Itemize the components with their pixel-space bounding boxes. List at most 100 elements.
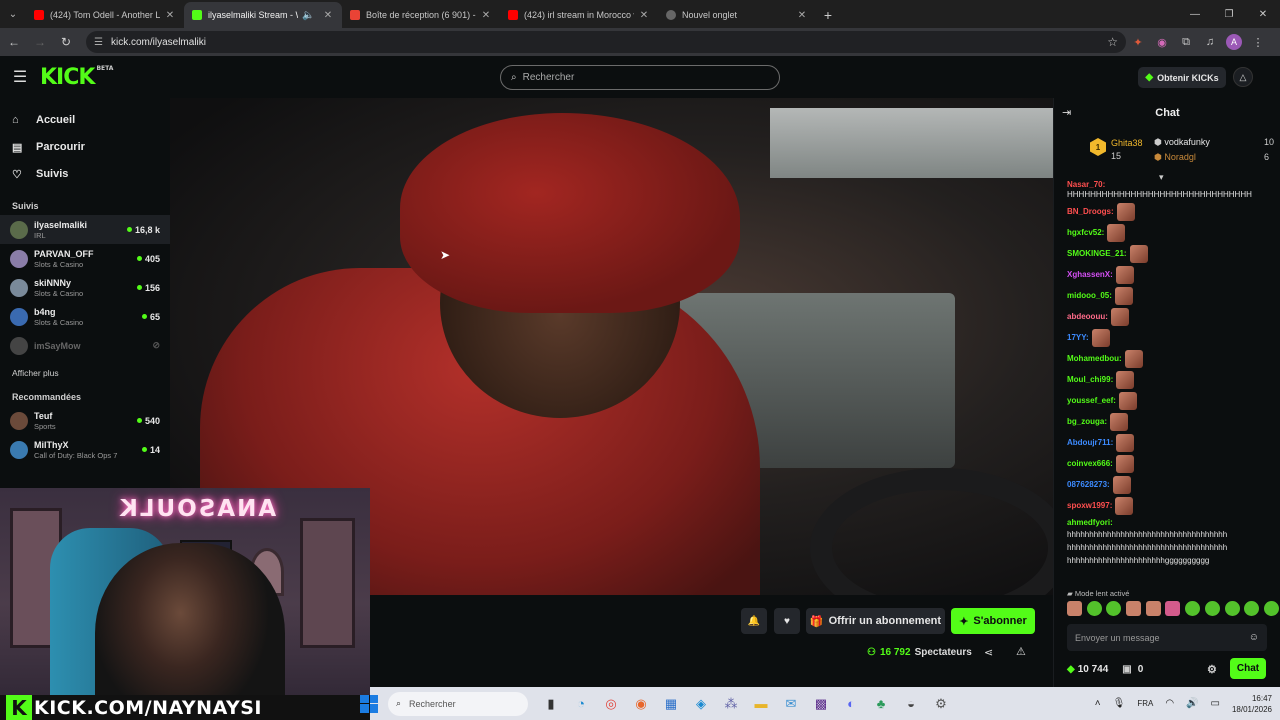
share-icon[interactable]: ⋖ <box>984 646 993 659</box>
report-icon[interactable]: ⚠ <box>1016 645 1026 658</box>
emote-icon[interactable] <box>1145 601 1161 616</box>
emote-icon[interactable] <box>1204 601 1220 616</box>
chat-username[interactable]: Mohamedbou: <box>1067 354 1122 364</box>
task-view-icon[interactable]: ▮ <box>536 689 566 719</box>
url-field[interactable]: ☰ kick.com/ilyaselmaliki ☆ <box>86 31 1126 53</box>
notification-bell-button[interactable]: 🔔 <box>741 608 767 634</box>
gift-sub-button[interactable]: 🎁 Offrir un abonnement <box>806 608 945 634</box>
kicks-points[interactable]: ◆ 10 744 <box>1067 664 1108 675</box>
taskbar-search[interactable]: ⌕ Rechercher <box>388 691 528 716</box>
browser-tab-1[interactable]: ilyaselmaliki Stream - Watch 🔈 ✕ <box>184 2 342 28</box>
settings-icon[interactable]: ⚙ <box>926 689 956 719</box>
back-button[interactable]: ← <box>2 30 26 54</box>
gifts-counter[interactable]: ▣ 0 <box>1122 664 1143 675</box>
menu-icon[interactable]: ⋮ <box>1246 30 1270 54</box>
chat-username[interactable]: hgxfcv52: <box>1067 228 1104 238</box>
emote-icon[interactable] <box>1244 601 1260 616</box>
kick-logo[interactable]: KICK BETA <box>40 65 113 90</box>
extension-icon[interactable]: ◉ <box>1150 30 1174 54</box>
chat-message-input[interactable]: Envoyer un message ☺ <box>1067 624 1267 651</box>
browser-tab-2[interactable]: Boîte de réception (6 901) - ao ✕ <box>342 2 500 28</box>
chat-username[interactable]: 087628273: <box>1067 480 1110 490</box>
chat-username[interactable]: SMOKINGE_21: <box>1067 249 1127 259</box>
browser-tab-4[interactable]: Nouvel onglet ✕ <box>658 2 816 28</box>
chat-username[interactable]: 17YY: <box>1067 333 1089 343</box>
emote-icon[interactable] <box>1106 601 1122 616</box>
close-icon[interactable]: ✕ <box>796 10 808 21</box>
media-icon[interactable]: ♫ <box>1198 30 1222 54</box>
wifi-icon[interactable]: ◠ <box>1165 698 1174 709</box>
chat-username[interactable]: spoxw1997: <box>1067 501 1112 511</box>
emoji-picker-icon[interactable]: ☺ <box>1249 632 1259 643</box>
close-icon[interactable]: ✕ <box>322 10 334 21</box>
tab-search-icon[interactable]: ⌄ <box>0 0 26 28</box>
channel-item[interactable]: Teuf Sports 540 <box>0 406 170 435</box>
app-icon[interactable]: ◈ <box>686 689 716 719</box>
reload-button[interactable]: ↻ <box>54 30 78 54</box>
get-kicks-button[interactable]: ◆ Obtenir KICKs <box>1138 67 1226 88</box>
sidebar-item-home[interactable]: ⌂ Accueil <box>0 107 170 133</box>
top-gifter-name[interactable]: Ghita38 <box>1111 138 1143 148</box>
channel-item[interactable]: skiNNNy Slots & Casino 156 <box>0 273 170 302</box>
subscribe-button[interactable]: ✦ S'abonner <box>951 608 1035 634</box>
language-indicator[interactable]: FRA <box>1137 699 1153 708</box>
speaker-icon[interactable]: 🔈 <box>302 10 314 21</box>
minimize-icon[interactable]: — <box>1178 0 1212 28</box>
browser-tab-0[interactable]: (424) Tom Odell - Another Love ✕ <box>26 2 184 28</box>
chat-username[interactable]: midooo_05: <box>1067 291 1112 301</box>
site-info-icon[interactable]: ☰ <box>94 37 103 48</box>
app-icon[interactable]: ◒ <box>896 689 926 719</box>
restore-icon[interactable]: ❐ <box>1212 0 1246 28</box>
bookmark-star-icon[interactable]: ☆ <box>1107 35 1118 49</box>
chat-username[interactable]: coinvex666: <box>1067 459 1113 469</box>
gifter-row[interactable]: ⬢ vodkafunky 10 <box>1154 137 1274 148</box>
app-icon[interactable]: ▩ <box>806 689 836 719</box>
sidebar-item-following[interactable]: ♡ Suivis <box>0 161 170 187</box>
chat-username[interactable]: Abdoujr711: <box>1067 438 1113 448</box>
chat-username[interactable]: XghassenX: <box>1067 270 1113 280</box>
windows-start-icon[interactable] <box>360 694 378 713</box>
app-icon[interactable]: ✉ <box>776 689 806 719</box>
edge-icon[interactable]: ◔ <box>566 689 596 719</box>
emote-icon[interactable] <box>1067 601 1082 616</box>
chat-username[interactable]: ahmedfyori: <box>1067 518 1113 527</box>
chrome-icon[interactable]: ◎ <box>596 689 626 719</box>
emote-icon[interactable] <box>1126 601 1142 616</box>
profile-avatar[interactable]: A <box>1222 30 1246 54</box>
firefox-icon[interactable]: ◉ <box>626 689 656 719</box>
show-more-link[interactable]: Afficher plus <box>0 368 170 378</box>
discord-icon[interactable]: ◐ <box>836 689 866 719</box>
explorer-icon[interactable]: ▬ <box>746 689 776 719</box>
clock[interactable]: 16:47 18/01/2026 <box>1232 693 1272 715</box>
channel-item-offline[interactable]: imSayMow ⊘ <box>0 331 170 360</box>
channel-item[interactable]: MilThyX Call of Duty: Black Ops 7 14 <box>0 435 170 464</box>
sidebar-item-browse[interactable]: ▤ Parcourir <box>0 134 170 160</box>
browser-tab-3[interactable]: (424) irl stream in Morocco wit ✕ <box>500 2 658 28</box>
user-avatar[interactable]: △ <box>1233 67 1253 87</box>
teams-icon[interactable]: ⁂ <box>716 689 746 719</box>
chat-username[interactable]: BN_Droogs: <box>1067 207 1114 217</box>
hamburger-icon[interactable]: ☰ <box>0 56 40 98</box>
search-input[interactable]: ⌕ Rechercher <box>500 65 780 90</box>
chat-username[interactable]: youssef_eef: <box>1067 396 1116 406</box>
close-icon[interactable]: ✕ <box>164 10 176 21</box>
chat-send-button[interactable]: Chat <box>1230 658 1266 679</box>
store-icon[interactable]: ▦ <box>656 689 686 719</box>
channel-item[interactable]: ilyaselmaliki IRL 16,8 k <box>0 215 170 244</box>
forward-button[interactable]: → <box>28 30 52 54</box>
gear-icon[interactable]: ⚙ <box>1207 663 1217 676</box>
close-icon[interactable]: ✕ <box>480 10 492 21</box>
puzzle-icon[interactable]: ⧉ <box>1174 30 1198 54</box>
close-window-icon[interactable]: ✕ <box>1246 0 1280 28</box>
extension-icon[interactable]: ✦ <box>1126 30 1150 54</box>
gifter-row[interactable]: ⬢ Noradgl 6 <box>1154 152 1269 163</box>
emote-icon[interactable] <box>1165 601 1181 616</box>
chat-username[interactable]: Nasar_70: <box>1067 180 1105 190</box>
chat-username[interactable]: bg_zouga: <box>1067 417 1107 427</box>
app-icon[interactable]: ♣ <box>866 689 896 719</box>
battery-icon[interactable]: ▭ <box>1211 698 1220 709</box>
emote-icon[interactable] <box>1224 601 1240 616</box>
channel-item[interactable]: PARVAN_OFF Slots & Casino 405 <box>0 244 170 273</box>
chevron-up-icon[interactable]: ˄ <box>1095 698 1101 709</box>
chat-username[interactable]: abdeoouu: <box>1067 312 1108 322</box>
